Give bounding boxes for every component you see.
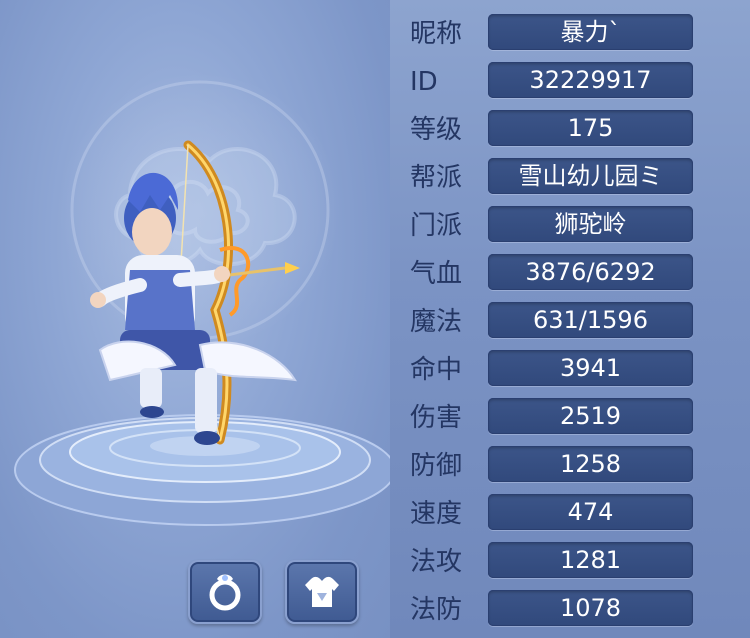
stat-row-nickname: 昵称 暴力` (404, 12, 704, 60)
stat-row-id: ID 32229917 (404, 60, 704, 108)
stat-label: 防御 (410, 451, 463, 481)
armor-icon (305, 576, 339, 607)
stat-value: 暴力` (488, 14, 693, 50)
stat-row-defense: 防御 1258 (404, 444, 704, 492)
stat-label: 法攻 (410, 547, 463, 577)
armor-button[interactable] (285, 560, 359, 624)
stat-value: 32229917 (488, 62, 693, 98)
ring-icon (209, 574, 241, 611)
stat-label: 命中 (410, 355, 463, 385)
stat-label: ID (410, 67, 438, 97)
stat-value: 1258 (488, 446, 693, 482)
stat-row-hit: 命中 3941 (404, 348, 704, 396)
stat-label: 法防 (410, 595, 463, 625)
stat-row-hp: 气血 3876/6292 (404, 252, 704, 300)
stat-value: 狮驼岭 (488, 206, 693, 242)
stat-row-guild: 帮派 雪山幼儿园ミ (404, 156, 704, 204)
stat-value: 1078 (488, 590, 693, 626)
character-sprite (90, 140, 300, 445)
stat-row-damage: 伤害 2519 (404, 396, 704, 444)
stat-label: 等级 (410, 115, 463, 145)
stat-value: 雪山幼儿园ミ (488, 158, 693, 194)
stat-label: 速度 (410, 499, 463, 529)
stat-row-magic-defense: 法防 1078 (404, 588, 704, 636)
stat-label: 魔法 (410, 307, 463, 337)
stat-label: 气血 (410, 259, 463, 289)
character-display (0, 0, 390, 638)
stat-value: 1281 (488, 542, 693, 578)
stat-value: 2519 (488, 398, 693, 434)
stat-label: 帮派 (410, 163, 463, 193)
stat-row-sect: 门派 狮驼岭 (404, 204, 704, 252)
stats-panel: 昵称 暴力` ID 32229917 等级 175 帮派 雪山幼儿园ミ 门派 狮… (404, 12, 704, 636)
stat-row-speed: 速度 474 (404, 492, 704, 540)
stat-row-mp: 魔法 631/1596 (404, 300, 704, 348)
stat-label: 昵称 (410, 19, 463, 49)
stat-label: 伤害 (410, 403, 463, 433)
stat-value: 3941 (488, 350, 693, 386)
ring-button[interactable] (188, 560, 262, 624)
stat-value: 474 (488, 494, 693, 530)
stat-row-level: 等级 175 (404, 108, 704, 156)
stat-value: 3876/6292 (488, 254, 693, 290)
stat-value: 631/1596 (488, 302, 693, 338)
stat-row-magic-attack: 法攻 1281 (404, 540, 704, 588)
stat-value: 175 (488, 110, 693, 146)
stat-label: 门派 (410, 211, 463, 241)
